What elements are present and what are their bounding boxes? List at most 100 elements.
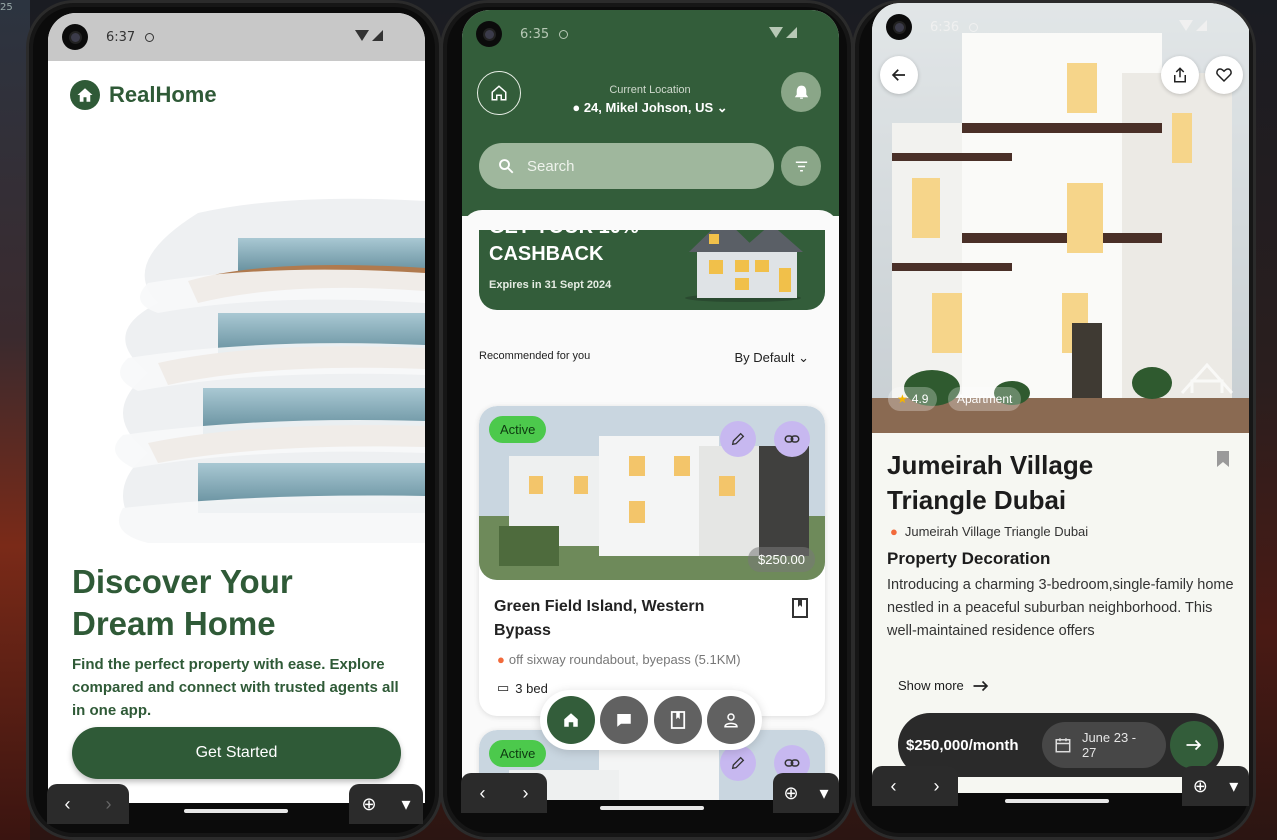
date-picker[interactable]: June 23 - 27	[1042, 722, 1166, 768]
zoom-icon[interactable]: ⊕	[361, 794, 376, 815]
back-arrow-icon[interactable]: ‹	[480, 783, 486, 804]
status-time: 6:36	[930, 19, 960, 35]
description: Find the perfect property with ease. Exp…	[72, 656, 399, 719]
home-icon	[491, 85, 507, 101]
arrow-right-icon	[973, 680, 988, 691]
bookmark-icon[interactable]	[1215, 450, 1231, 473]
camera-cutout	[886, 14, 912, 40]
notifications-button[interactable]	[781, 72, 821, 112]
forward-arrow-icon[interactable]: ›	[106, 794, 112, 815]
zoom-controls: ⊕ ▾	[1182, 766, 1249, 806]
status-bar: 6:35	[462, 10, 839, 58]
forward-arrow-icon[interactable]: ›	[523, 783, 529, 804]
wifi-icon	[1179, 20, 1193, 31]
filter-icon	[795, 160, 807, 172]
property-description: Introducing a charming 3-bedroom,single-…	[887, 577, 1234, 639]
arrow-left-icon	[891, 69, 905, 81]
zoom-controls: ⊕ ▾	[349, 784, 423, 824]
listing-image: Active $250.00	[479, 406, 825, 580]
background-tag: 25	[0, 2, 13, 13]
browser-nav-controls: ‹ ›	[461, 773, 547, 813]
nav-chat-button[interactable]	[600, 696, 649, 744]
status-badge: Active	[489, 416, 547, 443]
location-value: 24, Mikel Johson, US	[583, 100, 714, 115]
dropdown-icon[interactable]: ▾	[819, 783, 828, 804]
back-arrow-icon[interactable]: ‹	[65, 794, 71, 815]
location-selector[interactable]: ● 24, Mikel Johson, US ⌄	[562, 100, 738, 116]
pin-icon: ●	[497, 652, 505, 667]
bell-icon	[794, 85, 808, 99]
back-arrow-icon[interactable]: ‹	[891, 776, 897, 797]
home-indicator	[184, 809, 288, 813]
onboarding-screen: 6:37 RealHome Discover Your Dream Home F…	[48, 13, 425, 803]
home-button[interactable]	[477, 71, 521, 115]
status-icons	[355, 30, 383, 41]
phone-property-detail: 6:36 ★ 4.9 Apartment Jumeirah Village Tr…	[852, 0, 1256, 840]
section-title: Property Decoration	[887, 549, 1051, 568]
share-button[interactable]	[1161, 56, 1199, 94]
promo-expiry: Expires in 31 Sept 2024	[489, 279, 612, 291]
address-text: off sixway roundabout, byepass (5.1KM)	[508, 652, 741, 667]
listing-address: ● off sixway roundabout, byepass (5.1KM)	[497, 652, 741, 667]
listing-beds: ▭ 3 bed	[497, 680, 548, 696]
bookmark-icon[interactable]	[791, 598, 809, 623]
home-screen: 6:35 Current Location ● 24, Mikel Johson…	[462, 10, 839, 800]
rating-chip: ★ 4.9	[888, 387, 938, 411]
notification-icon	[559, 29, 569, 39]
edit-button[interactable]	[720, 745, 756, 781]
nav-profile-button[interactable]	[707, 696, 756, 744]
browser-nav-controls: ‹ ›	[47, 784, 129, 824]
search-icon	[499, 159, 514, 174]
bed-icon: ▭	[497, 680, 510, 695]
forward-arrow-icon[interactable]: ›	[934, 776, 940, 797]
get-started-button[interactable]: Get Started	[72, 727, 401, 779]
show-more-link[interactable]: Show more	[898, 678, 990, 693]
sort-dropdown[interactable]: By Default ⌄	[734, 350, 809, 366]
status-badge: Active	[489, 740, 547, 767]
back-button[interactable]	[880, 56, 918, 94]
camera-cutout	[476, 21, 502, 47]
link-icon	[784, 759, 800, 767]
heart-icon	[1216, 68, 1232, 83]
edit-button[interactable]	[720, 421, 756, 457]
notification-icon	[145, 32, 155, 42]
signal-icon	[372, 30, 383, 41]
filter-button[interactable]	[781, 146, 821, 186]
profile-icon	[724, 713, 739, 728]
arrow-right-icon	[1186, 739, 1202, 751]
favorite-button[interactable]	[1205, 56, 1243, 94]
brand-logo: RealHome	[70, 80, 217, 110]
show-more-label: Show more	[898, 678, 964, 693]
phone-home-feed: 6:35 Current Location ● 24, Mikel Johson…	[440, 0, 854, 840]
dropdown-icon[interactable]: ▾	[1229, 776, 1238, 797]
listing-card[interactable]: Active $250.00 Green Field Island, Weste…	[479, 406, 825, 716]
zoom-controls: ⊕ ▾	[773, 773, 839, 813]
search-input[interactable]: Search	[479, 143, 774, 189]
home-indicator	[1005, 799, 1109, 803]
listing-title: Green Field Island, Western Bypass	[494, 598, 705, 639]
home-icon	[564, 713, 578, 727]
rating-value: 4.9	[911, 392, 929, 406]
link-icon	[784, 435, 800, 443]
category-text: Apartment	[957, 392, 1013, 406]
zoom-icon[interactable]: ⊕	[1193, 776, 1208, 797]
book-button[interactable]	[1170, 721, 1218, 769]
price-per-month: $250,000/month	[906, 736, 1019, 754]
property-location: ● Jumeirah Village Triangle Dubai	[890, 524, 1088, 539]
status-icons	[769, 27, 797, 38]
dropdown-icon[interactable]: ▾	[401, 794, 410, 815]
house-logo-icon	[70, 80, 100, 110]
zoom-icon[interactable]: ⊕	[783, 783, 798, 804]
search-placeholder: Search	[527, 157, 575, 175]
chat-icon	[617, 714, 631, 727]
beds-text: 3 bed	[515, 680, 548, 696]
share-link-button[interactable]	[774, 421, 810, 457]
star-icon: ★	[897, 392, 908, 406]
phone-onboarding: 6:37 RealHome Discover Your Dream Home F…	[26, 0, 442, 840]
nav-bookmark-button[interactable]	[653, 696, 702, 744]
notification-icon	[969, 22, 979, 32]
category-chip: Apartment	[948, 387, 1022, 411]
nav-home-button[interactable]	[546, 696, 595, 744]
price-tag: $250.00	[748, 547, 815, 572]
location-text: Jumeirah Village Triangle Dubai	[904, 524, 1089, 539]
